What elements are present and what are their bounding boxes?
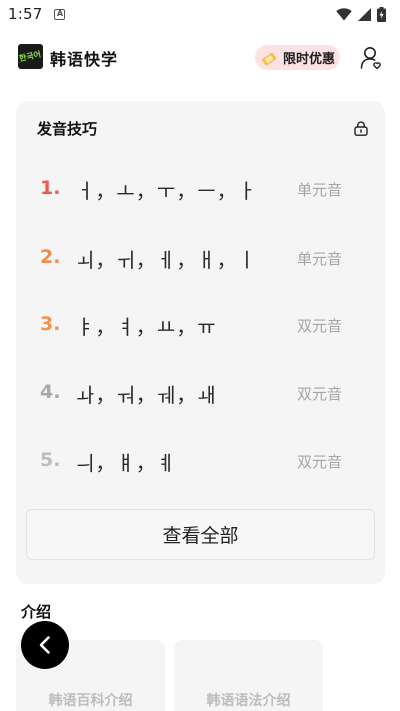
intro-section-title: 介绍 [21,603,52,621]
card-title: 发音技巧 [37,120,98,138]
vowel-row-5[interactable]: 5. ㅢ，ㅒ，ㅖ 双元音 [16,441,385,481]
battery-icon [377,6,386,22]
limited-offer-label: 限时优惠 [283,52,336,67]
row-letters: ㅓ，ㅗ，ㅜ，ㅡ，ㅏ [76,179,257,203]
app-title: 韩语快学 [50,50,119,69]
row-number: 5. [40,449,61,471]
row-letters: ㅘ，ㅝ，ㅞ，ㅙ [76,383,217,407]
row-tag: 单元音 [297,250,343,268]
app-header: 한국어 韩语快学 限时优惠 [0,40,400,76]
row-tag: 双元音 [297,317,343,335]
limited-offer-button[interactable]: 限时优惠 [255,45,340,70]
app-logo: 한국어 [18,44,43,69]
row-number: 1. [40,177,61,199]
vowel-row-1[interactable]: 1. ㅓ，ㅗ，ㅜ，ㅡ，ㅏ 单元音 [16,169,385,209]
pronunciation-tips-card: 发音技巧 1. ㅓ，ㅗ，ㅜ，ㅡ，ㅏ 单元音 2. ㅚ，ㅟ，ㅔ，ㅐ，ㅣ 单元音 3… [16,101,385,584]
row-letters: ㅚ，ㅟ，ㅔ，ㅐ，ㅣ [76,248,257,272]
row-tag: 单元音 [297,181,343,199]
notification-app-icon: A [54,8,66,20]
status-time: 1:57 [8,5,43,23]
app-logo-text: 한국어 [18,49,43,64]
row-number: 4. [40,381,61,403]
status-icons [336,6,386,22]
coupon-icon [262,52,277,66]
wifi-icon [336,7,352,20]
vowel-row-3[interactable]: 3. ㅑ，ㅕ，ㅛ，ㅠ 双元音 [16,305,385,345]
row-tag: 双元音 [297,453,343,471]
intro-card-label: 韩语百科介绍 [48,693,133,709]
row-letters: ㅢ，ㅒ，ㅖ [76,451,177,475]
view-all-button[interactable]: 查看全部 [26,509,375,560]
intro-card-label: 韩语语法介绍 [206,693,291,709]
row-letters: ㅑ，ㅕ，ㅛ，ㅠ [76,315,217,339]
back-button[interactable] [21,621,69,669]
chevron-left-icon [39,636,50,654]
vowel-row-2[interactable]: 2. ㅚ，ㅟ，ㅔ，ㅐ，ㅣ 单元音 [16,238,385,278]
korean-grammar-card[interactable]: 韩语语法介绍 [174,640,323,711]
vowel-row-4[interactable]: 4. ㅘ，ㅝ，ㅞ，ㅙ 双元音 [16,373,385,413]
status-bar: 1:57 A [0,0,400,28]
row-tag: 双元音 [297,385,343,403]
user-icon[interactable] [360,46,382,70]
row-number: 2. [40,246,61,268]
signal-icon [358,7,371,21]
lock-icon [354,121,368,136]
row-number: 3. [40,313,61,335]
